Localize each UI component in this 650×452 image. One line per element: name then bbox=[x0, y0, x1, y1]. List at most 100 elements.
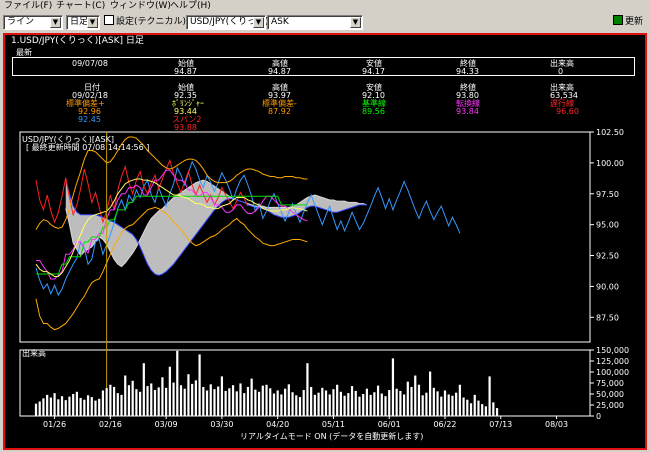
volume-bar bbox=[98, 398, 101, 416]
volume-bar bbox=[153, 390, 157, 416]
volume-bar bbox=[90, 397, 93, 416]
volume-bar bbox=[365, 388, 369, 416]
price-chart-subtitle: [ 最終更新時間 07/08 14:14:56 ] bbox=[26, 143, 150, 152]
volume-ytick-label: 100,000 bbox=[596, 368, 629, 377]
xtick-label: 03/30 bbox=[210, 420, 233, 429]
volume-bar bbox=[205, 390, 209, 416]
xtick-label: 06/22 bbox=[433, 420, 456, 429]
chart-canvas[interactable]: 102.50 100.00 97.50 95.00 92.50 90.00 87.50 150… bbox=[0, 0, 650, 452]
volume-bar bbox=[224, 390, 227, 416]
price-ytick-label: 90.00 bbox=[596, 282, 619, 291]
volume-bar bbox=[469, 403, 473, 416]
xtick-label: 03/09 bbox=[155, 420, 178, 429]
volume-bar bbox=[176, 350, 179, 416]
volume-bar bbox=[395, 388, 398, 416]
volume-bar bbox=[168, 366, 171, 416]
volume-bar bbox=[321, 387, 324, 416]
volume-bar bbox=[492, 402, 495, 416]
volume-bar bbox=[53, 393, 56, 416]
volume-bar bbox=[124, 375, 127, 416]
volume-bar bbox=[384, 396, 387, 416]
volume-bar bbox=[343, 395, 346, 416]
volume-bar bbox=[112, 386, 116, 416]
volume-ytick-label: 50,000 bbox=[596, 390, 624, 399]
volume-bar bbox=[86, 395, 90, 416]
volume-bar bbox=[60, 396, 64, 416]
volume-bar bbox=[150, 383, 153, 416]
volume-bar bbox=[280, 394, 283, 416]
volume-bar bbox=[94, 400, 97, 416]
volume-bar bbox=[42, 398, 45, 416]
ichimoku-cloud bbox=[65, 180, 367, 276]
volume-bar bbox=[488, 376, 491, 416]
volume-bar bbox=[310, 386, 313, 416]
volume-bar bbox=[339, 391, 342, 416]
volume-bar bbox=[287, 384, 290, 416]
volume-bar bbox=[64, 400, 67, 416]
volume-bar bbox=[46, 394, 49, 416]
status-text: リアルタイムモード ON (データを自動更新します) bbox=[240, 432, 424, 441]
volume-bar bbox=[380, 393, 383, 416]
volume-bar bbox=[213, 389, 216, 416]
volume-bar bbox=[272, 393, 276, 416]
volume-bar bbox=[191, 383, 194, 416]
volume-bar bbox=[116, 393, 119, 416]
volume-bar bbox=[79, 397, 82, 416]
price-ytick-label: 87.50 bbox=[596, 313, 619, 322]
volume-bar bbox=[138, 391, 142, 416]
volume-bar bbox=[388, 390, 391, 416]
volume-bar bbox=[261, 385, 264, 416]
volume-bar bbox=[473, 394, 476, 416]
price-ytick-label: 102.50 bbox=[596, 128, 624, 137]
volume-bar bbox=[369, 394, 372, 416]
volume-bar bbox=[202, 386, 205, 416]
volume-bar bbox=[298, 397, 302, 416]
volume-bar bbox=[462, 397, 465, 416]
volume-bar bbox=[38, 401, 41, 416]
volume-ytick-label: 0 bbox=[596, 412, 601, 421]
volume-bar bbox=[183, 388, 186, 416]
volume-bar bbox=[313, 394, 316, 416]
price-ytick-label: 97.50 bbox=[596, 190, 619, 199]
volume-bar bbox=[157, 387, 160, 416]
volume-bar bbox=[414, 375, 417, 416]
volume-bar bbox=[440, 396, 443, 416]
volume-bar bbox=[75, 391, 79, 416]
volume-bar bbox=[131, 380, 134, 416]
volume-bar bbox=[350, 386, 354, 416]
volume-bar bbox=[72, 394, 75, 416]
volume-bar bbox=[458, 384, 461, 416]
volume-bar bbox=[429, 371, 432, 416]
volume-bar bbox=[406, 381, 409, 416]
volume-bar bbox=[217, 386, 220, 416]
volume-bar bbox=[83, 399, 86, 416]
volume-bar bbox=[228, 388, 231, 416]
volume-bar bbox=[120, 394, 123, 416]
volume-bar bbox=[481, 404, 484, 416]
volume-bar bbox=[198, 354, 201, 416]
volume-bar bbox=[425, 392, 428, 416]
volume-bar bbox=[135, 389, 138, 416]
volume-bar bbox=[194, 380, 197, 416]
volume-ytick-label: 25,000 bbox=[596, 401, 624, 410]
volume-ytick-label: 75,000 bbox=[596, 379, 624, 388]
volume-bar bbox=[495, 408, 499, 416]
xtick-label: 01/26 bbox=[43, 420, 66, 429]
volume-bar bbox=[254, 389, 257, 416]
price-ytick-label: 100.00 bbox=[596, 159, 624, 168]
volume-bar bbox=[109, 384, 112, 416]
volume-plot-frame bbox=[19, 349, 591, 417]
price-ytick-label: 95.00 bbox=[596, 221, 619, 230]
volume-ytick-label: 125,000 bbox=[596, 357, 629, 366]
volume-chart-title: 出来高 bbox=[22, 349, 46, 358]
volume-bar bbox=[165, 387, 168, 416]
volume-bar bbox=[466, 399, 469, 416]
xtick-label: 02/16 bbox=[99, 420, 122, 429]
volume-ytick-label: 150,000 bbox=[596, 346, 629, 355]
volume-bar bbox=[376, 385, 380, 416]
volume-bar bbox=[317, 392, 320, 416]
volume-bar bbox=[447, 394, 450, 416]
volume-bar bbox=[172, 382, 175, 416]
volume-bar bbox=[306, 363, 309, 416]
volume-bar bbox=[209, 384, 212, 416]
